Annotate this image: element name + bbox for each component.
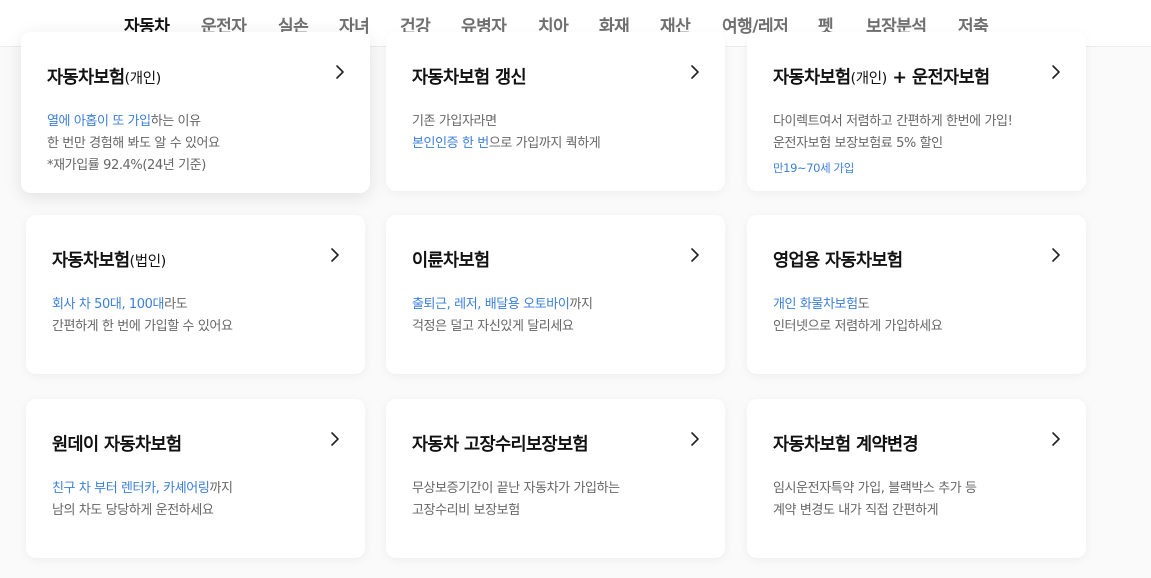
highlight-text: 개인 화물차보험	[773, 297, 858, 312]
card-title: 자동차 고장수리보장보험	[412, 431, 589, 456]
card-title-main: 자동차보험	[773, 68, 851, 88]
card-title: 자동차보험 갱신	[412, 64, 527, 89]
card-title: 자동차보험(개인)	[47, 64, 161, 89]
description-text: 하는 이유	[150, 114, 201, 129]
description-text: 으로 가입까지 쿽하게	[488, 136, 601, 151]
card-title: 자동차보험(법인)	[52, 247, 166, 272]
card-description: 열에 아홉이 또 가입하는 이유한 번만 경험해 봐도 알 수 있어요 *재가입률…	[47, 111, 220, 177]
card-description: 친구 차 부터 렌터카, 카셰어링까지남의 차도 당당하게 운전하세요	[52, 478, 233, 522]
card-title-main: 이륜차보험	[412, 251, 490, 271]
highlight-text: 열에 아홉이 또 가입	[47, 114, 151, 129]
description-line: 출퇴근, 레저, 배달용 오토바이까지	[412, 294, 593, 316]
description-line: 남의 차도 당당하게 운전하세요	[52, 500, 233, 522]
product-card-7[interactable]: 자동차 고장수리보장보험무상보증기간이 끝난 자동차가 가입하는고장수리비 보장…	[386, 399, 725, 558]
description-line: 무상보증기간이 끝난 자동차가 가입하는	[412, 478, 620, 500]
description-text: 임시운전자특약 가입, 블랙박스 추가 등	[773, 481, 977, 496]
card-title-tail: + 운전자보험	[886, 68, 990, 88]
card-description: 다이렉트여서 저렴하고 간편하게 한번에 가입! 운전자보험 보장보험료 5% 할…	[773, 111, 1013, 180]
highlight-text: 만19~70세 가입	[773, 161, 854, 175]
chevron-right-icon[interactable]	[1046, 245, 1066, 265]
product-card-5[interactable]: 영업용 자동차보험개인 화물차보험도인터넷으로 저렴하게 가입하세요	[747, 215, 1086, 374]
card-title-sub: (개인)	[850, 71, 888, 87]
product-card-8[interactable]: 자동차보험 계약변경임시운전자특약 가입, 블랙박스 추가 등계약 변경도 내가…	[747, 399, 1086, 558]
product-card-3[interactable]: 자동차보험(법인) 회사 차 50대, 100대라도간편하게 한 번에 가입할 수…	[26, 215, 365, 374]
description-text: 라도	[164, 297, 188, 312]
chevron-right-icon[interactable]	[685, 62, 705, 82]
card-title-main: 자동차보험	[52, 251, 130, 271]
card-title-sub: (개인)	[124, 71, 162, 87]
description-line: 운전자보험 보장보험료 5% 할인	[773, 133, 1012, 155]
description-text: 운전자보험 보장보험료 5% 할인	[773, 136, 943, 151]
description-line: 고장수리비 보장보험	[412, 500, 620, 522]
description-text: 고장수리비 보장보험	[412, 503, 520, 518]
description-line: 임시운전자특약 가입, 블랙박스 추가 등	[773, 478, 977, 500]
description-line: 회사 차 50대, 100대라도	[52, 294, 233, 316]
description-text: 계약 변경도 내가 직접 간편하게	[773, 503, 939, 518]
card-description: 기존 가입자라면본인인증 한 번으로 가입까지 쿽하게	[412, 111, 601, 155]
highlight-text: 본인인증 한 번	[412, 136, 489, 151]
card-description: 출퇴근, 레저, 배달용 오토바이까지걱정은 덜고 자신있게 달리세요	[412, 294, 593, 338]
chevron-right-icon[interactable]	[330, 62, 350, 82]
description-line: 본인인증 한 번으로 가입까지 쿽하게	[412, 133, 601, 155]
description-line: 친구 차 부터 렌터카, 카셰어링까지	[52, 478, 233, 500]
description-line: 계약 변경도 내가 직접 간편하게	[773, 500, 977, 522]
description-line: 다이렉트여서 저렴하고 간편하게 한번에 가입!	[773, 111, 1013, 133]
description-text: 까지	[569, 297, 593, 312]
description-text: 간편하게 한 번에 가입할 수 있어요	[52, 319, 233, 334]
chevron-right-icon[interactable]	[325, 245, 345, 265]
description-line: 만19~70세 가입	[773, 155, 1012, 180]
description-line: 한 번만 경험해 봐도 알 수 있어요	[47, 133, 220, 155]
description-text: 걱정은 덜고 자신있게 달리세요	[412, 319, 574, 334]
description-line: 간편하게 한 번에 가입할 수 있어요	[52, 316, 233, 338]
chevron-right-icon[interactable]	[1046, 429, 1066, 449]
product-card-2[interactable]: 자동차보험(개인) + 운전자보험다이렉트여서 저렴하고 간편하게 한번에 가입…	[747, 32, 1086, 191]
chevron-right-icon[interactable]	[685, 429, 705, 449]
chevron-right-icon[interactable]	[325, 429, 345, 449]
card-title-main: 영업용 자동차보험	[773, 251, 903, 271]
description-text: 남의 차도 당당하게 운전하세요	[52, 503, 214, 518]
highlight-text: 회사 차 50대, 100대	[52, 297, 165, 312]
product-card-6[interactable]: 원데이 자동차보험친구 차 부터 렌터카, 카셰어링까지남의 차도 당당하게 운…	[26, 399, 365, 558]
card-title: 자동차보험(개인) + 운전자보험	[773, 64, 990, 89]
highlight-text: 친구 차 부터 렌터카, 카셰어링	[52, 481, 210, 496]
highlight-text: 출퇴근, 레저, 배달용 오토바이	[412, 297, 570, 312]
card-title-sub: (법인)	[129, 254, 167, 270]
product-card-1[interactable]: 자동차보험 갱신기존 가입자라면본인인증 한 번으로 가입까지 쿽하게	[386, 32, 725, 191]
card-description: 회사 차 50대, 100대라도간편하게 한 번에 가입할 수 있어요	[52, 294, 233, 338]
description-text: 도	[857, 297, 870, 312]
card-title-main: 원데이 자동차보험	[52, 435, 182, 455]
description-line: 걱정은 덜고 자신있게 달리세요	[412, 316, 593, 338]
card-title: 원데이 자동차보험	[52, 431, 182, 456]
description-text: *재가입률 92.4%(24년 기준)	[47, 158, 206, 173]
product-card-4[interactable]: 이륜차보험출퇴근, 레저, 배달용 오토바이까지걱정은 덜고 자신있게 달리세요	[386, 215, 725, 374]
card-title: 자동차보험 계약변경	[773, 431, 919, 456]
card-description: 개인 화물차보험도인터넷으로 저렴하게 가입하세요	[773, 294, 943, 338]
description-text: 인터넷으로 저렴하게 가입하세요	[773, 319, 943, 334]
description-line: 인터넷으로 저렴하게 가입하세요	[773, 316, 943, 338]
card-description: 무상보증기간이 끝난 자동차가 가입하는고장수리비 보장보험	[412, 478, 620, 522]
description-text: 다이렉트여서 저렴하고 간편하게 한번에 가입!	[773, 114, 1013, 129]
description-line: 개인 화물차보험도	[773, 294, 942, 316]
card-title-main: 자동차보험 갱신	[412, 68, 527, 88]
chevron-right-icon[interactable]	[1046, 62, 1066, 82]
chevron-right-icon[interactable]	[685, 245, 705, 265]
card-description: 임시운전자특약 가입, 블랙박스 추가 등계약 변경도 내가 직접 간편하게	[773, 478, 977, 522]
description-line: 기존 가입자라면	[412, 111, 600, 133]
card-title-main: 자동차보험	[47, 68, 125, 88]
card-title-main: 자동차 고장수리보장보험	[412, 435, 589, 455]
description-line: 열에 아홉이 또 가입하는 이유	[47, 111, 220, 133]
card-title: 이륜차보험	[412, 247, 490, 272]
description-text: 한 번만 경험해 봐도 알 수 있어요	[47, 136, 220, 151]
description-text: 까지	[209, 481, 233, 496]
card-title-main: 자동차보험 계약변경	[773, 435, 919, 455]
description-text: 무상보증기간이 끝난 자동차가 가입하는	[412, 481, 620, 496]
description-line: *재가입률 92.4%(24년 기준)	[47, 155, 220, 177]
product-card-0[interactable]: 자동차보험(개인) 열에 아홉이 또 가입하는 이유한 번만 경험해 봐도 알 수…	[21, 32, 370, 193]
card-title: 영업용 자동차보험	[773, 247, 903, 272]
description-text: 기존 가입자라면	[412, 114, 497, 129]
